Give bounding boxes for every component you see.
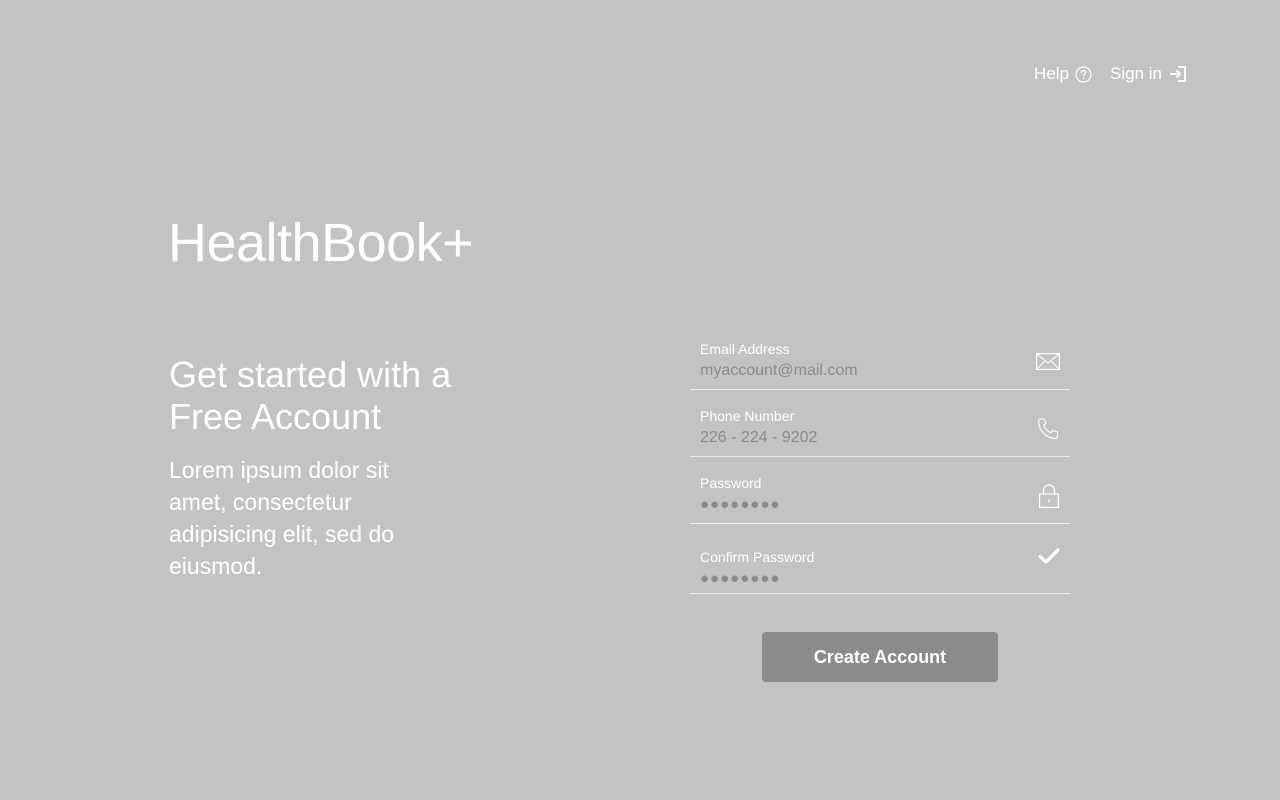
password-input[interactable]: ●●●●●●●● xyxy=(700,496,1060,513)
help-label: Help xyxy=(1034,64,1070,83)
question-circle-icon xyxy=(1075,65,1092,83)
confirm-password-label: Confirm Password xyxy=(700,549,815,565)
email-input[interactable] xyxy=(700,362,1000,380)
phone-field: Phone Number xyxy=(690,390,1070,457)
description: Lorem ipsum dolor sit amet, consectetur … xyxy=(169,457,395,579)
signup-form: Email Address Phone Number Password ●●●●… xyxy=(690,334,1070,682)
phone-label: Phone Number xyxy=(700,408,795,424)
email-label: Email Address xyxy=(700,341,790,357)
password-field: Password ●●●●●●●● xyxy=(690,457,1070,524)
top-nav: Help Sign in xyxy=(1034,64,1188,84)
signin-label: Sign in xyxy=(1110,64,1162,83)
sign-in-arrow-icon xyxy=(1168,65,1188,83)
create-account-button[interactable]: Create Account xyxy=(762,632,998,682)
help-link[interactable]: Help xyxy=(1034,64,1092,84)
brand-title: HealthBook+ xyxy=(168,213,474,273)
signin-link[interactable]: Sign in xyxy=(1110,64,1188,84)
lock-icon xyxy=(1038,483,1060,509)
checkmark-icon xyxy=(1038,548,1060,564)
email-field: Email Address xyxy=(690,334,1070,390)
password-label: Password xyxy=(700,475,762,491)
confirm-password-field: Confirm Password ●●●●●●●● xyxy=(690,524,1070,594)
headline: Get started with a Free Account xyxy=(169,354,452,437)
phone-icon xyxy=(1036,417,1060,441)
phone-input[interactable] xyxy=(700,429,1000,447)
confirm-password-input[interactable]: ●●●●●●●● xyxy=(700,570,1060,587)
envelope-icon xyxy=(1036,353,1060,370)
